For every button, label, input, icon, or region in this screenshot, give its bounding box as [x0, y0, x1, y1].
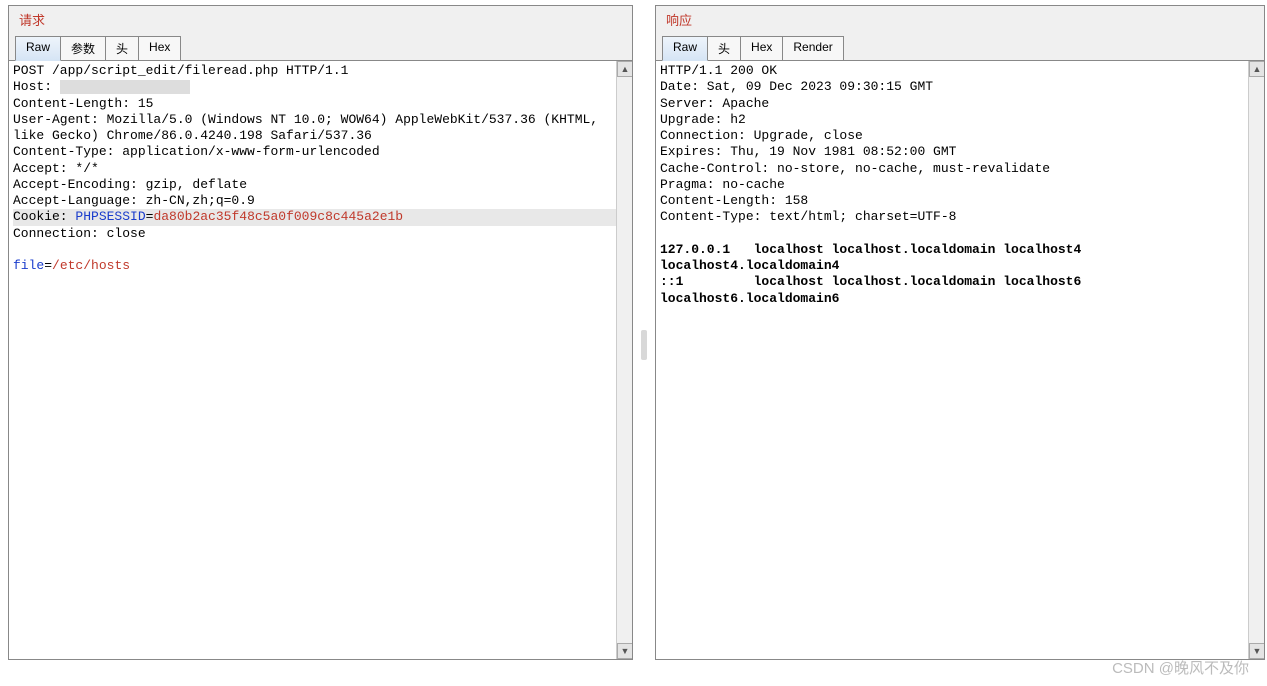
req-header-5: Accept-Language: zh-CN,zh;q=0.9 — [13, 193, 255, 208]
req-connection: Connection: close — [13, 226, 146, 241]
resp-header-5: Expires: Thu, 19 Nov 1981 08:52:00 GMT — [660, 144, 956, 159]
scroll-up-icon[interactable]: ▲ — [617, 61, 632, 77]
request-content[interactable]: POST /app/script_edit/fileread.php HTTP/… — [9, 61, 632, 659]
divider-handle-icon[interactable] — [641, 330, 647, 360]
body-eq: = — [44, 258, 52, 273]
tab-raw-resp[interactable]: Raw — [662, 36, 708, 61]
scroll-down-icon[interactable]: ▼ — [617, 643, 632, 659]
body-val: /etc/hosts — [52, 258, 130, 273]
req-header-1: User-Agent: Mozilla/5.0 (Windows NT 10.0… — [13, 112, 606, 143]
response-panel: 响应 Raw 头 Hex Render HTTP/1.1 200 OK Date… — [655, 5, 1265, 660]
resp-header-6: Cache-Control: no-store, no-cache, must-… — [660, 161, 1050, 176]
scroll-down-icon[interactable]: ▼ — [1249, 643, 1264, 659]
resp-header-7: Pragma: no-cache — [660, 177, 785, 192]
resp-header-0: HTTP/1.1 200 OK — [660, 63, 777, 78]
tab-hex-resp[interactable]: Hex — [740, 36, 783, 61]
cookie-name: PHPSESSID — [75, 209, 145, 224]
tab-params[interactable]: 参数 — [60, 36, 106, 61]
request-panel: 请求 Raw 参数 头 Hex POST /app/script_edit/fi… — [8, 5, 633, 660]
host-redacted — [60, 80, 190, 94]
tab-hex[interactable]: Hex — [138, 36, 181, 61]
scroll-up-icon[interactable]: ▲ — [1249, 61, 1264, 77]
watermark: CSDN @晚风不及你 — [1112, 657, 1249, 678]
req-header-4: Accept-Encoding: gzip, deflate — [13, 177, 247, 192]
response-title: 响应 — [656, 6, 1264, 35]
resp-body-0: 127.0.0.1 localhost localhost.localdomai… — [660, 242, 1089, 273]
request-tabs: Raw 参数 头 Hex — [9, 35, 632, 60]
request-scrollbar[interactable]: ▲ ▼ — [616, 61, 632, 659]
cookie-line: Cookie: PHPSESSID=da80b2ac35f48c5a0f009c… — [13, 209, 628, 225]
response-content[interactable]: HTTP/1.1 200 OK Date: Sat, 09 Dec 2023 0… — [656, 61, 1264, 659]
resp-header-1: Date: Sat, 09 Dec 2023 09:30:15 GMT — [660, 79, 933, 94]
body-key: file — [13, 258, 44, 273]
resp-header-3: Upgrade: h2 — [660, 112, 746, 127]
resp-header-8: Content-Length: 158 — [660, 193, 808, 208]
resp-header-2: Server: Apache — [660, 96, 769, 111]
response-tabs: Raw 头 Hex Render — [656, 35, 1264, 60]
tab-raw[interactable]: Raw — [15, 36, 61, 61]
response-scrollbar[interactable]: ▲ ▼ — [1248, 61, 1264, 659]
req-header-3: Accept: */* — [13, 161, 99, 176]
tab-headers[interactable]: 头 — [105, 36, 139, 61]
cookie-value: da80b2ac35f48c5a0f009c8c445a2e1b — [153, 209, 403, 224]
cookie-label: Cookie: — [13, 209, 75, 224]
request-title: 请求 — [9, 6, 632, 35]
tab-render-resp[interactable]: Render — [782, 36, 843, 61]
tab-headers-resp[interactable]: 头 — [707, 36, 741, 61]
host-label: Host: — [13, 79, 60, 94]
resp-header-9: Content-Type: text/html; charset=UTF-8 — [660, 209, 956, 224]
resp-header-4: Connection: Upgrade, close — [660, 128, 863, 143]
req-header-2: Content-Type: application/x-www-form-url… — [13, 144, 380, 159]
panel-divider[interactable] — [633, 0, 655, 686]
response-content-wrapper: HTTP/1.1 200 OK Date: Sat, 09 Dec 2023 0… — [656, 60, 1264, 659]
request-content-wrapper: POST /app/script_edit/fileread.php HTTP/… — [9, 60, 632, 659]
resp-body-1: ::1 localhost localhost.localdomain loca… — [660, 274, 1089, 305]
req-header-0: Content-Length: 15 — [13, 96, 153, 111]
request-line: POST /app/script_edit/fileread.php HTTP/… — [13, 63, 348, 78]
